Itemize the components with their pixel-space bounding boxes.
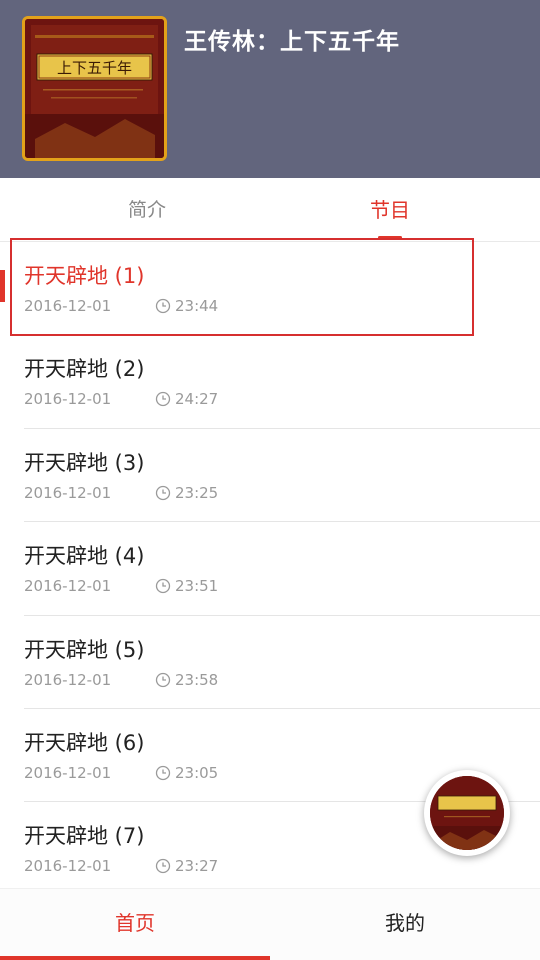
- nav-mine[interactable]: 我的: [270, 889, 540, 957]
- album-title: 王传林：上下五千年: [184, 29, 400, 55]
- episode-title: 开天辟地 (2): [24, 357, 145, 382]
- episode-duration: 23:27: [155, 857, 218, 875]
- episode-duration: 23:51: [155, 577, 218, 595]
- episode-duration: 23:44: [155, 297, 218, 315]
- episode-duration: 23:58: [155, 671, 218, 689]
- episode-title: 开天辟地 (6): [24, 730, 145, 755]
- episode-item[interactable]: 开天辟地 (1) 2016-12-01 23:44: [0, 242, 540, 335]
- episode-date: 2016-12-01: [24, 390, 112, 409]
- clock-icon: [155, 859, 171, 874]
- episode-duration-text: 23:27: [175, 857, 219, 876]
- episode-duration: 24:27: [155, 390, 218, 408]
- tab-programs[interactable]: 节目: [255, 178, 525, 242]
- episode-duration: 23:05: [155, 764, 218, 782]
- cover-banner-text: 上下五千年: [57, 59, 132, 77]
- episode-item[interactable]: 开天辟地 (5) 2016-12-01 23:58: [0, 616, 540, 709]
- clock-icon: [155, 672, 171, 687]
- clock-icon: [155, 765, 171, 781]
- episode-date: 2016-12-01: [24, 483, 112, 502]
- episode-title: 开天辟地 (3): [24, 450, 145, 475]
- episode-duration-text: 23:51: [175, 577, 219, 596]
- active-nav-indicator: [0, 956, 270, 960]
- active-episode-marker: [0, 270, 5, 302]
- bottom-navigation: 首页 我的: [0, 888, 540, 960]
- episode-title: 开天辟地 (1): [24, 264, 145, 288]
- nav-home[interactable]: 首页: [0, 889, 270, 957]
- album-cover-player-icon: [430, 776, 504, 850]
- episode-date: 2016-12-01: [24, 297, 112, 315]
- clock-icon: [155, 485, 171, 500]
- episode-duration-text: 23:05: [175, 763, 219, 782]
- episode-item[interactable]: 开天辟地 (3) 2016-12-01 23:25: [0, 429, 540, 523]
- mini-player-cover-art: [430, 776, 504, 850]
- episode-date: 2016-12-01: [24, 577, 112, 596]
- episode-duration-text: 24:27: [175, 390, 219, 409]
- clock-icon: [155, 392, 171, 407]
- episode-title: 开天辟地 (5): [24, 637, 145, 662]
- episode-duration-text: 23:58: [175, 670, 219, 689]
- clock-icon: [155, 579, 171, 594]
- episode-duration-text: 23:44: [175, 297, 219, 315]
- mini-player-button[interactable]: [424, 770, 510, 856]
- episode-title: 开天辟地 (7): [24, 824, 145, 849]
- album-cover-art: 上下五千年: [25, 19, 164, 158]
- tab-intro[interactable]: 简介: [12, 178, 282, 242]
- episode-duration: 23:25: [155, 484, 218, 502]
- episode-title: 开天辟地 (4): [24, 544, 145, 569]
- episode-date: 2016-12-01: [24, 763, 112, 782]
- clock-icon: [155, 298, 171, 314]
- tab-bar: 简介 节目: [0, 178, 540, 242]
- episode-date: 2016-12-01: [24, 857, 112, 876]
- episode-item[interactable]: 开天辟地 (4) 2016-12-01 23:51: [0, 522, 540, 616]
- active-tab-indicator: [378, 236, 402, 239]
- episode-date: 2016-12-01: [24, 670, 112, 689]
- album-header: 上下五千年 王传林：上下五千年: [0, 0, 540, 178]
- episode-item[interactable]: 开天辟地 (2) 2016-12-01 24:27: [0, 335, 540, 429]
- album-cover[interactable]: 上下五千年: [22, 16, 167, 161]
- episode-duration-text: 23:25: [175, 483, 219, 502]
